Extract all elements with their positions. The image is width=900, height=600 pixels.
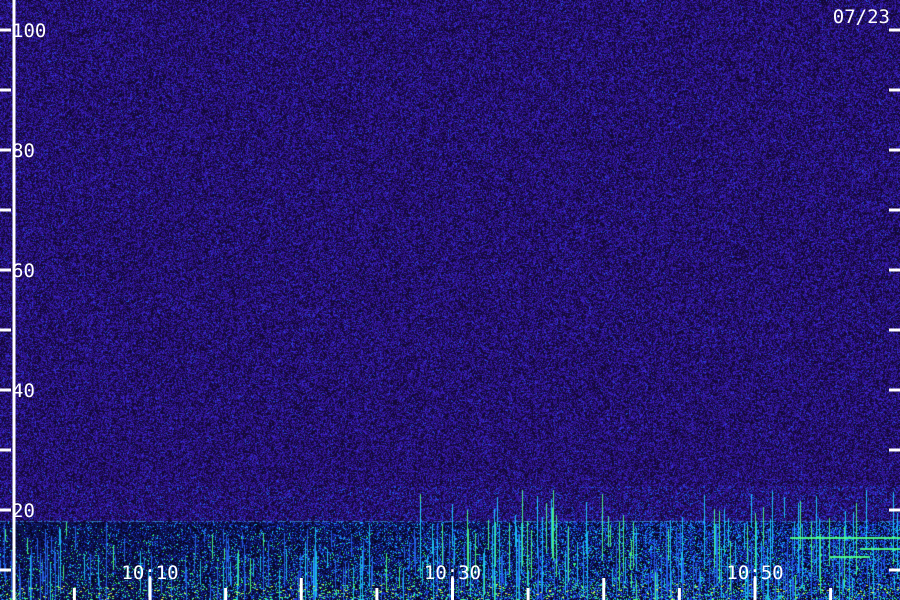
y-tick-right [889,268,900,272]
x-tick [148,578,152,600]
y-tick-left [0,388,11,392]
date-label: 07/23 [833,6,890,28]
y-tick-left [0,508,11,512]
y-tick-left [0,148,11,152]
y-axis: 100 80 60 40 20 [0,20,900,572]
y-minor-tick-left [0,448,11,452]
x-axis: 10:10 10:30 10:50 [72,562,833,600]
y-minor-tick-right [889,328,900,332]
y-tick-right [889,148,900,152]
x-tick [224,588,228,600]
y-tick-label: 100 [12,20,46,42]
y-tick-label: 20 [12,500,35,522]
x-tick [72,588,76,600]
y-tick-label: 40 [12,380,35,402]
x-tick [299,578,303,600]
x-tick [753,578,757,600]
y-tick-right [889,28,900,32]
x-tick [375,588,379,600]
y-minor-tick-right [889,208,900,212]
y-tick-right [889,388,900,392]
x-tick [602,578,606,600]
y-minor-tick-left [0,328,11,332]
y-minor-tick-right [889,88,900,92]
spectrogram-chart: 100 80 60 40 20 10:10 10:30 10:50 07/23 [0,0,900,600]
y-tick-label: 80 [12,140,35,162]
y-minor-tick-right [889,568,900,572]
y-minor-tick-left [0,568,11,572]
y-minor-tick-left [0,208,11,212]
x-tick [526,588,530,600]
y-minor-tick-right [889,448,900,452]
x-tick [829,588,833,600]
y-tick-right [889,508,900,512]
y-tick-left [0,28,11,32]
chart-overlay: 100 80 60 40 20 10:10 10:30 10:50 07/23 [0,0,900,600]
y-tick-label: 60 [12,260,35,282]
y-minor-tick-left [0,88,11,92]
x-tick [451,578,454,600]
x-tick [677,588,681,600]
y-tick-left [0,268,11,272]
